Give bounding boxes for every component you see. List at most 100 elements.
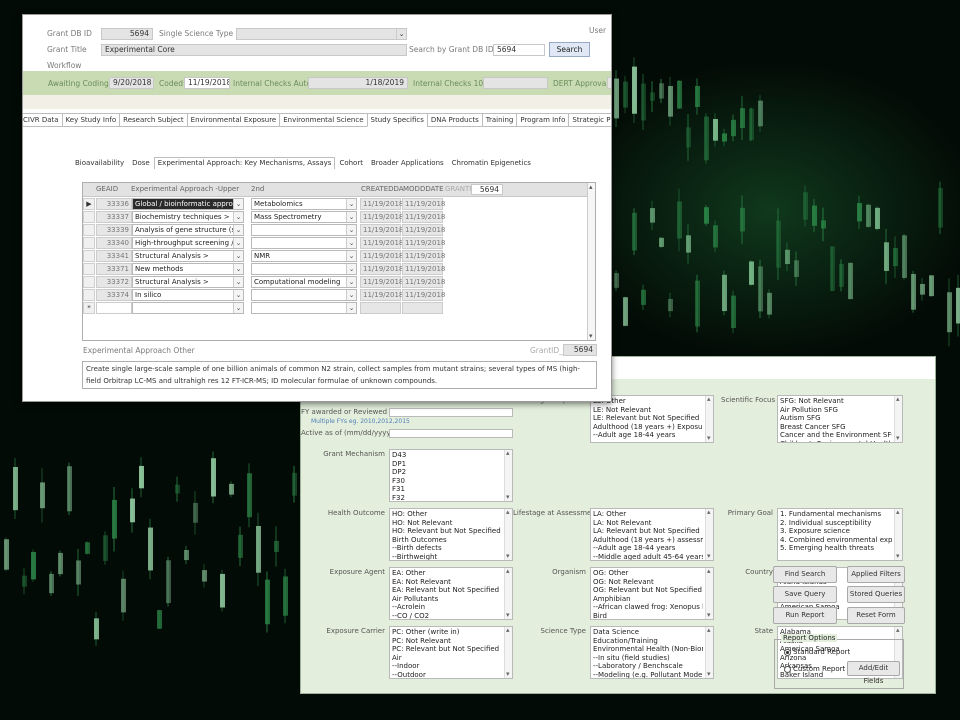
- tab-study-specifics[interactable]: Study Specifics: [366, 113, 427, 127]
- list-option[interactable]: Data Science: [593, 628, 703, 637]
- list-option[interactable]: 3. Exposure science: [780, 527, 892, 536]
- list-option[interactable]: Birth Outcomes: [392, 536, 502, 545]
- cell-second-select[interactable]: Mass Spectrometry ⌄: [251, 211, 357, 223]
- row-selector[interactable]: [83, 224, 95, 236]
- add-edit-fields-button[interactable]: Add/Edit Fields: [847, 661, 900, 685]
- tab-program-info[interactable]: Program Info: [516, 113, 569, 127]
- list-option[interactable]: --In situ (field studies): [593, 654, 703, 663]
- list-option[interactable]: Bird: [593, 612, 703, 619]
- chevron-down-icon[interactable]: ⌄: [346, 264, 356, 274]
- list-option[interactable]: --Middle aged adult 45-64 years: [593, 553, 703, 560]
- subtab-broader-applications[interactable]: Broader Applications: [367, 157, 448, 169]
- listbox-histological-episode[interactable]: LE: OtherLE: Not RelevantLE: Relevant bu…: [590, 395, 714, 443]
- list-option[interactable]: --African clawed frog: Xenopus laevis: [593, 603, 703, 612]
- table-row[interactable]: 33372 Structural Analysis > ⌄ Computational…: [83, 276, 588, 289]
- list-option[interactable]: OG: Relevant but Not Specified: [593, 586, 703, 595]
- list-option[interactable]: Adulthood (18 years +) assessment: [593, 536, 703, 545]
- table-row[interactable]: ▶ 33336 Global / bioinformatic approac ⌄ Met…: [83, 198, 588, 211]
- list-option[interactable]: F31: [392, 485, 502, 494]
- chevron-down-icon[interactable]: ⌄: [346, 238, 356, 248]
- tab-research-subject[interactable]: Research Subject: [119, 113, 187, 127]
- stored-queries-button[interactable]: Stored Queries: [847, 586, 905, 603]
- subtab-chromatin-epigenetics[interactable]: Chromatin Epigenetics: [448, 157, 535, 169]
- scroll-down-icon[interactable]: ▾: [589, 332, 593, 340]
- tab-civr-data[interactable]: CIVR Data: [23, 113, 62, 127]
- cell-second-select[interactable]: ⌄: [251, 289, 357, 301]
- listbox-grant-mechanism[interactable]: D43DP1DP2F30F31F32F33: [389, 449, 513, 502]
- listbox-scrollbar[interactable]: [705, 509, 713, 560]
- listbox-scrollbar[interactable]: [504, 450, 512, 501]
- chevron-down-icon[interactable]: ⌄: [233, 277, 243, 287]
- chevron-down-icon[interactable]: ⌄: [346, 212, 356, 222]
- chevron-down-icon[interactable]: ⌄: [233, 238, 243, 248]
- list-option[interactable]: Air Pollution SFG: [780, 406, 892, 415]
- reset-form-button[interactable]: Reset Form: [847, 607, 905, 624]
- chevron-down-icon[interactable]: ⌄: [346, 303, 356, 313]
- list-option[interactable]: PC: Other (write in): [392, 628, 502, 637]
- cell-second-select[interactable]: Metabolomics ⌄: [251, 198, 357, 210]
- fy-input[interactable]: [389, 408, 513, 417]
- chevron-down-icon[interactable]: ⌄: [346, 225, 356, 235]
- list-option[interactable]: 5. Emerging health threats: [780, 544, 892, 553]
- standard-report-radio[interactable]: Standard Report: [784, 648, 850, 656]
- chevron-down-icon[interactable]: ⌄: [346, 290, 356, 300]
- listbox-scrollbar[interactable]: [705, 396, 713, 442]
- chevron-down-icon[interactable]: ⌄: [346, 251, 356, 261]
- cell-second-select[interactable]: ⌄: [251, 263, 357, 275]
- list-option[interactable]: HO: Relevant but Not Specified: [392, 527, 502, 536]
- row-selector[interactable]: [83, 237, 95, 249]
- list-option[interactable]: --Adult age 18-44 years: [593, 431, 703, 440]
- list-option[interactable]: DP1: [392, 460, 502, 469]
- list-option[interactable]: PC: Not Relevant: [392, 637, 502, 646]
- list-option[interactable]: Air Pollutants: [392, 595, 502, 604]
- list-option[interactable]: --Adult age 18-44 years: [593, 544, 703, 553]
- list-option[interactable]: --Birthweight: [392, 553, 502, 560]
- list-option[interactable]: --Birth defects: [392, 544, 502, 553]
- list-option[interactable]: EA: Relevant but Not Specified: [392, 586, 502, 595]
- list-option[interactable]: 2. Individual susceptibility: [780, 519, 892, 528]
- search-button[interactable]: Search: [549, 42, 590, 57]
- cell-upper-select[interactable]: In silico ⌄: [132, 289, 244, 301]
- cell-upper-select[interactable]: New methods ⌄: [132, 263, 244, 275]
- run-report-button[interactable]: Run Report: [773, 607, 837, 624]
- chevron-down-icon[interactable]: ⌄: [346, 199, 356, 209]
- subtab-cohort[interactable]: Cohort: [335, 157, 367, 169]
- listbox-scrollbar[interactable]: [504, 509, 512, 560]
- list-option[interactable]: D43: [392, 451, 502, 460]
- list-option[interactable]: F30: [392, 477, 502, 486]
- listbox-primary-goal[interactable]: 1. Fundamental mechanisms 2. Individual s…: [777, 508, 903, 561]
- subtab-bioavailability[interactable]: Bioavailability: [71, 157, 128, 169]
- subtab-experimental-approach-key-mechanisms-assays[interactable]: Experimental Approach: Key Mechanisms, A…: [153, 157, 336, 169]
- cell-upper-select[interactable]: ⌄: [132, 302, 244, 314]
- cell-upper-select[interactable]: Biochemistry techniques > ⌄: [132, 211, 244, 223]
- list-option[interactable]: Cancer and the Environment SFG: [780, 431, 892, 440]
- listbox-organism[interactable]: OG: Other OG: Not Relevant OG: Relevant bu…: [590, 567, 714, 620]
- list-option[interactable]: --Indoor: [392, 662, 502, 671]
- tab-training[interactable]: Training: [481, 113, 517, 127]
- search-input[interactable]: 5694: [493, 44, 545, 56]
- experimental-approach-other-text[interactable]: Create single large-scale sample of one …: [82, 361, 597, 389]
- tab-strategic-plan[interactable]: Strategic Plan: [568, 113, 611, 127]
- row-selector[interactable]: [83, 289, 95, 301]
- table-row[interactable]: 33371 New methods ⌄ ⌄ 11/19/2018 11/19/2018: [83, 263, 588, 276]
- cell-second-select[interactable]: ⌄: [251, 302, 357, 314]
- subtab-dose[interactable]: Dose: [128, 157, 154, 169]
- cell-second-select[interactable]: ⌄: [251, 224, 357, 236]
- list-option[interactable]: --Acrolein: [392, 603, 502, 612]
- list-option[interactable]: --Modeling (e.g. Pollutant Modeling): [593, 671, 703, 678]
- list-option[interactable]: Breast Cancer SFG: [780, 423, 892, 432]
- row-selector[interactable]: [83, 263, 95, 275]
- row-selector[interactable]: [83, 250, 95, 262]
- new-table-row[interactable]: * ⌄ ⌄: [83, 302, 588, 315]
- tab-dna-products[interactable]: DNA Products: [426, 113, 482, 127]
- custom-report-radio[interactable]: Custom Report: [784, 665, 845, 673]
- listbox-science-type[interactable]: Data Science Education/Training Environmen…: [590, 626, 714, 679]
- list-option[interactable]: LA: Not Relevant: [593, 519, 703, 528]
- find-search-terms-button[interactable]: Find Search Terms: [773, 566, 837, 593]
- table-row[interactable]: 33337 Biochemistry techniques > ⌄ Mass Spec…: [83, 211, 588, 224]
- grid-scrollbar[interactable]: ▴ ▾: [587, 183, 595, 340]
- single-science-type-select[interactable]: ⌄: [236, 28, 407, 40]
- list-option[interactable]: Education/Training: [593, 637, 703, 646]
- listbox-scrollbar[interactable]: [894, 396, 902, 442]
- list-option[interactable]: Adulthood (18 years +) Exposure: [593, 423, 703, 432]
